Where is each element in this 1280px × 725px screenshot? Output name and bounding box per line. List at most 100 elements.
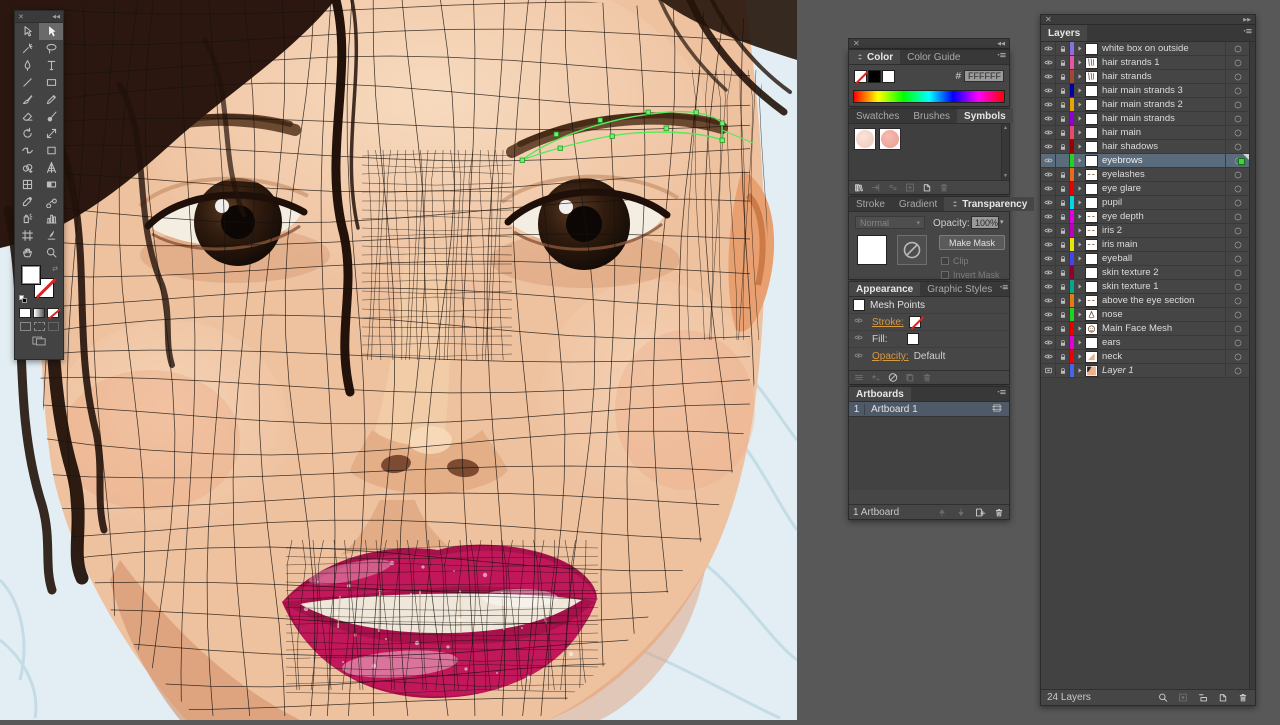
lock-icon[interactable] <box>1056 364 1070 377</box>
tab-symbols[interactable]: Symbols <box>957 109 1013 123</box>
layer-thumbnail[interactable] <box>1085 57 1098 69</box>
layer-name[interactable]: pupil <box>1098 197 1225 208</box>
artboards-panel-menu-icon[interactable] <box>994 389 1009 399</box>
symbols-scrollbar[interactable]: ▲▼ <box>1001 124 1009 180</box>
lock-icon[interactable] <box>1056 168 1070 181</box>
expand-arrow-icon[interactable] <box>1074 199 1085 206</box>
visibility-eye-icon[interactable] <box>1041 336 1056 349</box>
layer-row-eye-depth[interactable]: eye depth <box>1041 210 1249 224</box>
layer-name[interactable]: hair main <box>1098 127 1225 138</box>
slice-tool[interactable] <box>39 227 63 244</box>
move-up-icon[interactable] <box>936 507 948 518</box>
document-canvas[interactable] <box>0 0 797 720</box>
visibility-eye-icon[interactable] <box>1041 70 1056 83</box>
lock-icon[interactable] <box>1056 266 1070 279</box>
visibility-eye-icon[interactable] <box>1041 182 1056 195</box>
lock-icon[interactable] <box>1056 154 1070 167</box>
rectangle-tool[interactable] <box>39 74 63 91</box>
expand-arrow-icon[interactable] <box>1074 353 1085 360</box>
opacity-link[interactable]: Opacity: <box>872 351 909 362</box>
pen-tool[interactable] <box>15 57 39 74</box>
lock-icon[interactable] <box>1056 196 1070 209</box>
blend-tool[interactable] <box>39 193 63 210</box>
lock-icon[interactable] <box>1056 98 1070 111</box>
layer-name[interactable]: iris 2 <box>1098 225 1225 236</box>
white-color-swatch[interactable] <box>882 70 895 83</box>
opacity-value-field[interactable]: 100% <box>971 216 999 229</box>
target-circle-icon[interactable] <box>1225 350 1249 363</box>
appearance-fill-row[interactable]: Fill: <box>849 331 1009 348</box>
layer-name[interactable]: eyelashes <box>1098 169 1225 180</box>
target-circle-icon[interactable] <box>1225 238 1249 251</box>
layer-thumbnail[interactable] <box>1085 225 1098 237</box>
selection-tool[interactable] <box>39 23 63 40</box>
expand-arrow-icon[interactable] <box>1074 59 1085 66</box>
layer-name[interactable]: hair strands <box>1098 71 1225 82</box>
expand-arrow-icon[interactable] <box>1074 213 1085 220</box>
layer-thumbnail[interactable] <box>1085 323 1098 335</box>
symbol-libraries-icon[interactable] <box>853 182 865 193</box>
tab-gradient[interactable]: Gradient <box>892 197 944 211</box>
lock-icon[interactable] <box>1056 84 1070 97</box>
layer-row-eye-glare[interactable]: eye glare <box>1041 182 1249 196</box>
appearance-panel-menu-icon[interactable] <box>999 284 1009 294</box>
layer-thumbnail[interactable] <box>1085 43 1098 55</box>
lock-icon[interactable] <box>1056 210 1070 223</box>
layer-name[interactable]: eyeball <box>1098 253 1225 264</box>
expand-arrow-icon[interactable] <box>1074 325 1085 332</box>
appearance-opacity-row[interactable]: Opacity: Default <box>849 348 1009 365</box>
artboard-row[interactable]: 1 Artboard 1 <box>849 402 1009 417</box>
lock-icon[interactable] <box>1056 238 1070 251</box>
layer-name[interactable]: iris main <box>1098 239 1225 250</box>
tab-stroke[interactable]: Stroke <box>849 197 892 211</box>
tab-brushes[interactable]: Brushes <box>906 109 957 123</box>
rotate-tool[interactable] <box>15 125 39 142</box>
layer-thumbnail[interactable] <box>1085 267 1098 279</box>
delete-icon[interactable] <box>921 372 933 383</box>
expand-arrow-icon[interactable] <box>1074 367 1085 374</box>
layer-thumbnail[interactable] <box>1085 99 1098 111</box>
lock-icon[interactable] <box>1056 308 1070 321</box>
visibility-eye-icon[interactable] <box>1041 280 1056 293</box>
layer-row-above-the-eye-section[interactable]: above the eye section <box>1041 294 1249 308</box>
expand-arrow-icon[interactable] <box>1074 311 1085 318</box>
target-circle-icon[interactable] <box>1225 182 1249 195</box>
layer-name[interactable]: neck <box>1098 351 1225 362</box>
layer-name[interactable]: skin texture 1 <box>1098 281 1225 292</box>
panel-group-collapse-icon[interactable]: ◀◀ <box>997 41 1005 47</box>
symbol-sprayer-tool[interactable] <box>15 210 39 227</box>
screen-mode-button[interactable] <box>15 336 63 346</box>
layer-name[interactable]: hair main strands 3 <box>1098 85 1225 96</box>
layer-name[interactable]: above the eye section <box>1098 295 1225 306</box>
locate-icon[interactable] <box>1157 692 1169 703</box>
lock-icon[interactable] <box>1056 70 1070 83</box>
target-circle-icon[interactable] <box>1225 70 1249 83</box>
expand-arrow-icon[interactable] <box>1074 283 1085 290</box>
target-circle-icon[interactable] <box>1225 224 1249 237</box>
symbols-list[interactable]: ▲▼ <box>849 124 1009 181</box>
target-circle-icon[interactable] <box>1225 210 1249 223</box>
layer-name[interactable]: Main Face Mesh <box>1098 323 1225 334</box>
paintbrush-tool[interactable] <box>15 91 39 108</box>
fill-swatch[interactable] <box>21 265 41 285</box>
expand-arrow-icon[interactable] <box>1074 45 1085 52</box>
visibility-eye-icon[interactable] <box>1041 42 1056 55</box>
target-circle-icon[interactable] <box>1225 322 1249 335</box>
layer-row-iris-main[interactable]: iris main <box>1041 238 1249 252</box>
lock-icon[interactable] <box>1056 322 1070 335</box>
column-graph-tool[interactable] <box>39 210 63 227</box>
expand-arrow-icon[interactable] <box>1074 297 1085 304</box>
visibility-eye-icon[interactable] <box>1041 266 1056 279</box>
lock-icon[interactable] <box>1056 252 1070 265</box>
place-symbol-icon[interactable] <box>870 182 882 193</box>
visibility-eye-icon[interactable] <box>1041 56 1056 69</box>
layer-row-Layer-1[interactable]: Layer 1 <box>1041 364 1249 378</box>
expand-arrow-icon[interactable] <box>1074 87 1085 94</box>
lock-icon[interactable] <box>1056 280 1070 293</box>
none-color-swatch[interactable] <box>854 70 867 83</box>
layer-name[interactable]: white box on outside <box>1098 43 1225 54</box>
layer-thumbnail[interactable] <box>1085 309 1098 321</box>
visibility-eye-icon[interactable] <box>1041 196 1056 209</box>
layer-row-eyebrows[interactable]: eyebrows <box>1041 154 1249 168</box>
target-circle-icon[interactable] <box>1225 364 1249 377</box>
